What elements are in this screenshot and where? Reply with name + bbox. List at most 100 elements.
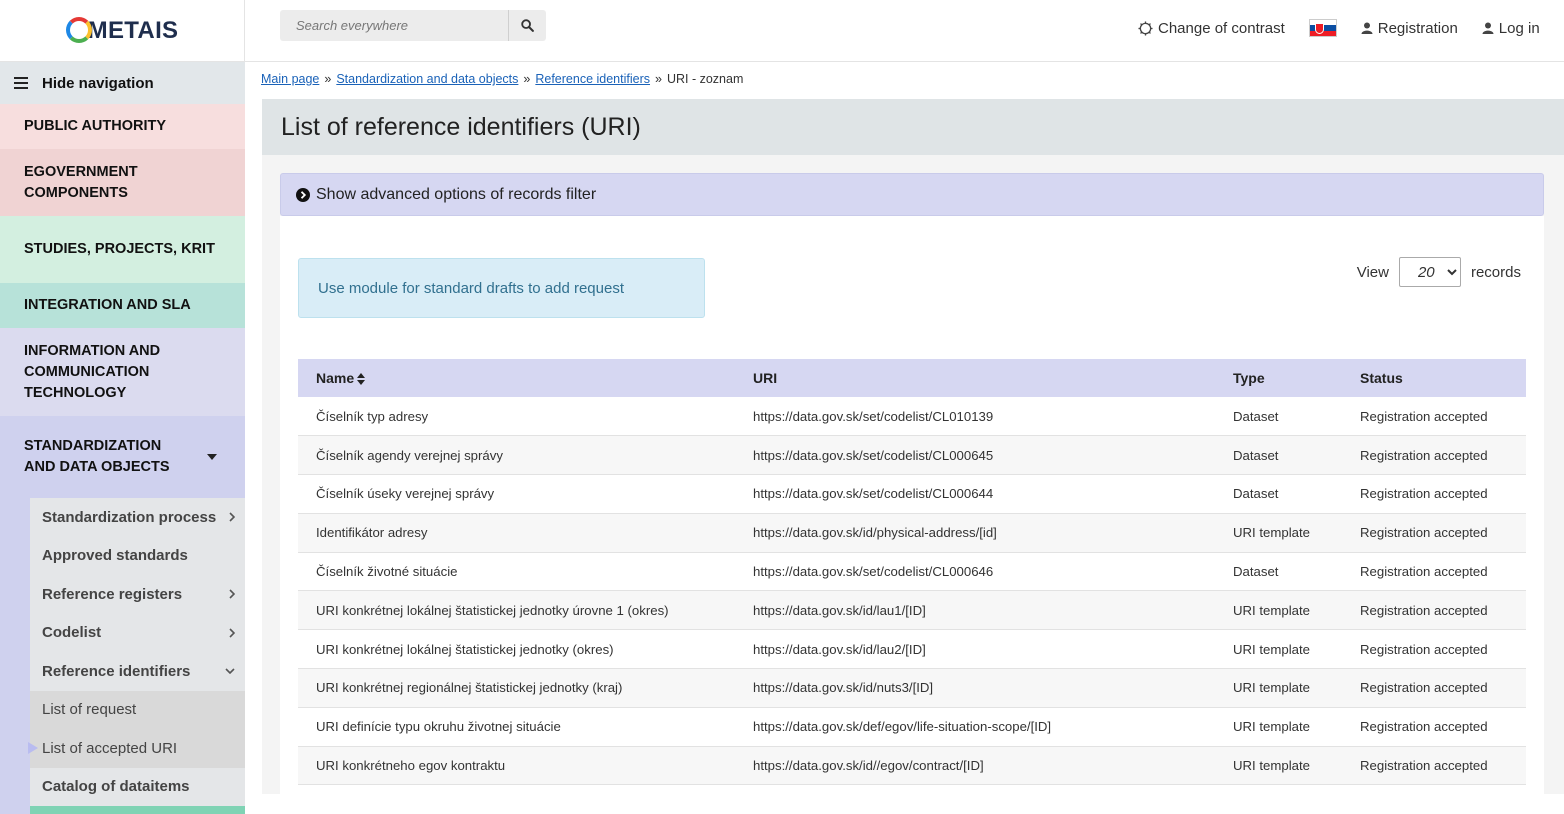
active-marker-icon <box>28 742 38 754</box>
cell-name: Číselník typ adresy <box>298 397 735 437</box>
cell-type: Dataset <box>1215 435 1342 476</box>
registration-link[interactable]: Registration <box>1361 20 1458 37</box>
breadcrumb-separator: » <box>655 72 662 86</box>
chevron-right-icon <box>229 628 235 638</box>
search-box <box>280 10 546 41</box>
cell-name: Číselník životné situácie <box>298 552 735 592</box>
cell-name: URI konkrétneho egov kontraktu <box>298 746 735 786</box>
slovak-flag-icon[interactable] <box>1308 19 1337 37</box>
sidebar-item-list-of-accepted-uri[interactable]: List of accepted URI <box>28 729 245 768</box>
logo-area[interactable]: METAIS <box>0 0 245 62</box>
metais-logo[interactable]: METAIS <box>65 17 179 45</box>
top-right-links: Change of contrast Registration Log in <box>1138 19 1564 37</box>
chevron-right-icon <box>229 512 235 522</box>
sidebar-item-reference-identifiers[interactable]: Reference identifiers <box>30 652 245 691</box>
cell-type: URI template <box>1215 707 1342 747</box>
table-row[interactable]: Číselník úseky verejnej správy https://da… <box>298 474 1526 514</box>
breadcrumb-link-reference-identifiers[interactable]: Reference identifiers <box>535 72 650 86</box>
cell-type: URI template <box>1215 746 1342 786</box>
contrast-icon <box>1138 20 1153 36</box>
cell-uri: https://data.gov.sk/set/codelist/CL00064… <box>735 474 1215 514</box>
cell-name: Identifikátor adresy <box>298 513 735 553</box>
cell-type: URI template <box>1215 590 1342 631</box>
sidebar-item-label: Approved standards <box>42 547 188 565</box>
sidebar-item-reference-registers[interactable]: Reference registers <box>30 575 245 614</box>
column-header-type: Type <box>1215 359 1342 397</box>
advanced-filter-toggle[interactable]: Show advanced options of records filter <box>280 173 1544 216</box>
top-bar: METAIS Change of contrast Registration L… <box>0 0 1564 62</box>
change-contrast-link[interactable]: Change of contrast <box>1138 20 1285 37</box>
column-header-name[interactable]: Name <box>298 359 735 397</box>
cell-status: Registration accepted <box>1342 435 1526 476</box>
cell-status: Registration accepted <box>1342 474 1526 514</box>
uri-table: Name URI Type Status Číselník typ adresy… <box>298 359 1526 786</box>
login-link[interactable]: Log in <box>1482 20 1540 37</box>
content-panel: List of reference identifiers (URI) Show… <box>262 99 1564 794</box>
chevron-circle-right-icon <box>296 187 310 202</box>
sidebar-section-studies-projects[interactable]: STUDIES, PROJECTS, KRIT <box>0 216 245 283</box>
cell-uri: https://data.gov.sk/id/nuts3/[ID] <box>735 668 1215 708</box>
cell-name: Číselník agendy verejnej správy <box>298 435 735 476</box>
sidebar-section-egovernment-components[interactable]: EGOVERNMENT COMPONENTS <box>0 149 245 216</box>
sidebar-item-label: List of request <box>42 701 137 719</box>
sidebar-item-label: Reference identifiers <box>42 662 191 680</box>
sidebar-section-label: INFORMATION AND COMMUNICATION TECHNOLOGY <box>24 342 161 401</box>
page-size-select[interactable]: 20 <box>1398 257 1461 287</box>
cell-type: Dataset <box>1215 397 1342 437</box>
breadcrumb-link-standardization[interactable]: Standardization and data objects <box>336 72 518 86</box>
table-row[interactable]: Identifikátor adresy https://data.gov.sk/… <box>298 513 1526 553</box>
table-row[interactable]: URI konkrétnej lokálnej štatistickej jed… <box>298 629 1526 670</box>
sidebar-item-standardization-process[interactable]: Standardization process <box>30 498 245 537</box>
cell-name: URI konkrétnej regionálnej štatistickej … <box>298 668 735 708</box>
sidebar-section-label: INTEGRATION AND SLA <box>24 297 191 313</box>
advanced-filter-label: Show advanced options of records filter <box>316 185 597 203</box>
login-label: Log in <box>1498 19 1540 37</box>
table-row[interactable]: URI konkrétneho egov kontraktu https://da… <box>298 746 1526 786</box>
sidebar-item-codelist[interactable]: Codelist <box>30 613 245 652</box>
cell-uri: https://data.gov.sk/set/codelist/CL01013… <box>735 397 1215 437</box>
cell-uri: https://data.gov.sk/id//egov/contract/[I… <box>735 746 1215 786</box>
cell-uri: https://data.gov.sk/id/lau1/[ID] <box>735 590 1215 631</box>
sidebar-section-integration-sla[interactable]: INTEGRATION AND SLA <box>0 283 245 328</box>
sidebar-section-standardization[interactable]: STANDARDIZATION AND DATA OBJECTS <box>0 416 245 498</box>
sidebar-item-label: Catalog of dataitems <box>42 778 190 796</box>
logo-ring-icon <box>65 17 92 43</box>
cell-uri: https://data.gov.sk/id/physical-address/… <box>735 513 1215 553</box>
sidebar-section-public-authority[interactable]: PUBLIC AUTHORITY <box>0 104 245 149</box>
main-content: Main page » Standardization and data objec… <box>245 62 1564 794</box>
sidebar-item-list-of-request[interactable]: List of request <box>30 690 245 729</box>
table-row[interactable]: Číselník agendy verejnej správy https://d… <box>298 435 1526 476</box>
view-label: View <box>1356 263 1389 281</box>
hide-navigation-button[interactable]: Hide navigation <box>0 62 245 104</box>
column-header-uri: URI <box>735 359 1215 397</box>
sort-icon <box>357 373 366 386</box>
table-row[interactable]: Číselník typ adresy https://data.gov.sk/s… <box>298 397 1526 437</box>
cell-type: Dataset <box>1215 474 1342 514</box>
search-input[interactable] <box>280 10 508 41</box>
sidebar-item-catalog-of-dataitems[interactable]: Catalog of dataitems <box>30 767 245 806</box>
cell-status: Registration accepted <box>1342 629 1526 670</box>
search-button[interactable] <box>508 10 546 41</box>
cell-type: URI template <box>1215 629 1342 670</box>
table-row[interactable]: Číselník životné situácie https://data.go… <box>298 552 1526 592</box>
sidebar-section-ict[interactable]: INFORMATION AND COMMUNICATION TECHNOLOGY <box>0 328 245 416</box>
table-row[interactable]: URI definície typu okruhu životnej situá… <box>298 707 1526 747</box>
table-body: Číselník typ adresy https://data.gov.sk/s… <box>298 397 1526 786</box>
table-row[interactable]: URI konkrétnej regionálnej štatistickej … <box>298 668 1526 708</box>
sidebar-section-label: STUDIES, PROJECTS, KRIT <box>24 241 215 257</box>
breadcrumb-current: URI - zoznam <box>666 72 744 86</box>
cell-uri: https://data.gov.sk/set/codelist/CL00064… <box>735 435 1215 476</box>
table-row[interactable]: URI konkrétnej lokálnej štatistickej jed… <box>298 590 1526 631</box>
breadcrumb-link-main-page[interactable]: Main page <box>261 72 319 86</box>
page-title: List of reference identifiers (URI) <box>262 99 1564 155</box>
standardization-submenu: Standardization process Approved standar… <box>0 498 245 814</box>
cell-name: URI konkrétnej lokálnej štatistickej jed… <box>298 590 735 631</box>
user-icon <box>1361 22 1373 34</box>
cell-uri: https://data.gov.sk/set/codelist/CL00064… <box>735 552 1215 592</box>
column-header-status: Status <box>1342 359 1526 397</box>
cell-status: Registration accepted <box>1342 513 1526 553</box>
records-area: Use module for standard drafts to add re… <box>280 216 1544 794</box>
sidebar-item-approved-standards[interactable]: Approved standards <box>30 536 245 575</box>
cell-uri: https://data.gov.sk/def/egov/life-situat… <box>735 707 1215 747</box>
sidebar: Hide navigation PUBLIC AUTHORITY EGOVERN… <box>0 62 245 814</box>
